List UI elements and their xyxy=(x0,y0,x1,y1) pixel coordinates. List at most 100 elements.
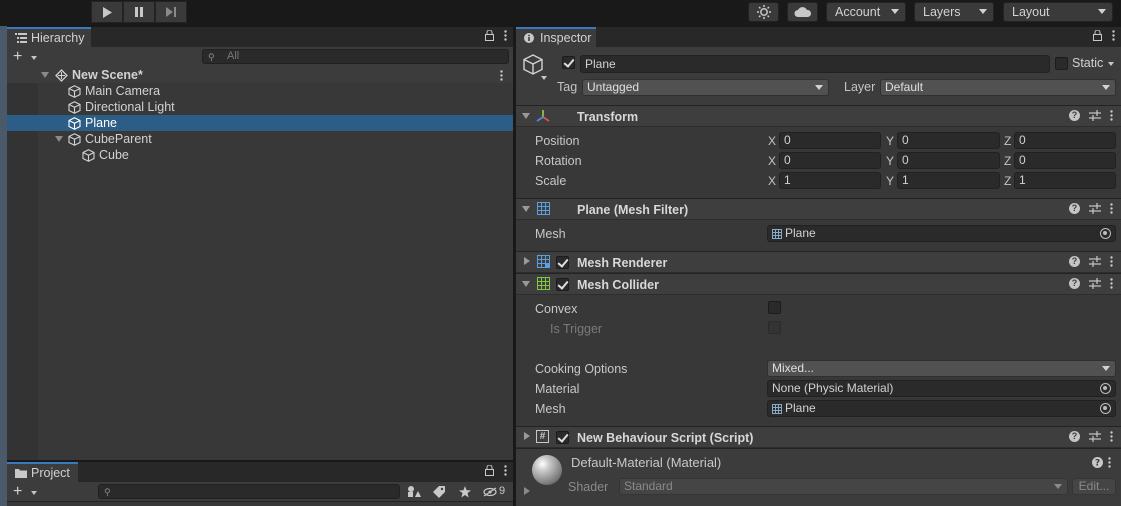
fold-arrow-icon[interactable] xyxy=(522,281,530,287)
object-picker-icon[interactable] xyxy=(1100,403,1111,414)
pause-button[interactable] xyxy=(123,1,155,23)
kebab-menu-icon[interactable] xyxy=(1110,110,1113,121)
layout-dropdown[interactable]: Layout xyxy=(1003,2,1113,22)
object-picker-icon[interactable] xyxy=(1100,228,1111,239)
tab-project[interactable]: Project xyxy=(7,462,78,482)
mesh-filter-header[interactable]: Plane (Mesh Filter) ? xyxy=(516,198,1121,220)
mesh-collider-header[interactable]: Mesh Collider ? xyxy=(516,273,1121,295)
object-picker-icon[interactable] xyxy=(1100,383,1111,394)
hierarchy-item-plane[interactable]: Plane xyxy=(7,115,513,131)
filter-type-icon[interactable] xyxy=(407,486,421,498)
rotation-x-field[interactable]: 0 xyxy=(779,152,881,169)
kebab-menu-icon[interactable] xyxy=(1110,203,1113,214)
star-icon[interactable] xyxy=(459,486,471,498)
tab-inspector[interactable]: Inspector xyxy=(516,27,596,47)
fold-arrow-icon[interactable] xyxy=(522,206,530,212)
create-button[interactable]: + xyxy=(13,484,22,500)
scene-row[interactable]: New Scene* xyxy=(7,67,513,83)
axis-x-label[interactable]: X xyxy=(768,134,776,148)
axis-z-label[interactable]: Z xyxy=(1004,154,1011,168)
cloud-button[interactable] xyxy=(787,2,818,22)
presets-sliders-icon[interactable] xyxy=(1089,256,1101,267)
scale-z-field[interactable]: 1 xyxy=(1014,172,1116,189)
help-icon[interactable]: ? xyxy=(1069,203,1080,214)
axis-y-label[interactable]: Y xyxy=(886,174,894,188)
step-button[interactable] xyxy=(155,1,187,23)
object-name-field[interactable]: Plane xyxy=(580,55,1050,73)
position-x-field[interactable]: 0 xyxy=(779,132,881,149)
lock-icon[interactable] xyxy=(485,30,494,41)
label-tag-icon[interactable] xyxy=(433,486,445,498)
presets-sliders-icon[interactable] xyxy=(1089,110,1101,121)
create-button[interactable]: + xyxy=(13,49,22,65)
kebab-menu-icon[interactable] xyxy=(1108,457,1111,468)
shader-dropdown[interactable]: Standard xyxy=(619,478,1068,495)
kebab-menu-icon[interactable] xyxy=(500,70,503,81)
tag-dropdown[interactable]: Untagged xyxy=(582,79,829,96)
kebab-menu-icon[interactable] xyxy=(504,30,507,41)
help-icon[interactable]: ? xyxy=(1069,278,1080,289)
physic-material-field[interactable]: None (Physic Material) xyxy=(767,380,1116,397)
scale-x-field[interactable]: 1 xyxy=(779,172,881,189)
mesh-collider-enabled-checkbox[interactable] xyxy=(556,278,569,291)
hierarchy-item-directional-light[interactable]: Directional Light xyxy=(7,99,513,115)
presets-sliders-icon[interactable] xyxy=(1089,431,1101,442)
kebab-menu-icon[interactable] xyxy=(1112,30,1115,41)
axis-x-label[interactable]: X xyxy=(768,154,776,168)
kebab-menu-icon[interactable] xyxy=(1110,278,1113,289)
presets-sliders-icon[interactable] xyxy=(1089,278,1101,289)
help-icon[interactable]: ? xyxy=(1092,457,1103,468)
fold-arrow-icon[interactable] xyxy=(55,136,63,142)
position-y-field[interactable]: 0 xyxy=(897,132,1000,149)
script-header[interactable]: # New Behaviour Script (Script) ? xyxy=(516,426,1121,448)
fold-arrow-icon[interactable] xyxy=(41,72,49,78)
help-icon[interactable]: ? xyxy=(1069,110,1080,121)
axis-z-label[interactable]: Z xyxy=(1004,174,1011,188)
rotation-y-field[interactable]: 0 xyxy=(897,152,1000,169)
fold-arrow-icon[interactable] xyxy=(522,113,530,119)
mesh-renderer-enabled-checkbox[interactable] xyxy=(556,256,569,269)
fold-arrow-icon[interactable] xyxy=(524,257,530,265)
play-button[interactable] xyxy=(91,1,123,23)
axis-x-label[interactable]: X xyxy=(768,174,776,188)
tab-hierarchy[interactable]: Hierarchy xyxy=(7,27,91,47)
kebab-menu-icon[interactable] xyxy=(1110,256,1113,267)
script-enabled-checkbox[interactable] xyxy=(556,431,569,444)
hierarchy-item-main-camera[interactable]: Main Camera xyxy=(7,83,513,99)
convex-checkbox[interactable] xyxy=(768,301,781,314)
layers-dropdown[interactable]: Layers xyxy=(914,2,994,22)
lighting-button[interactable] xyxy=(748,2,779,22)
lock-icon[interactable] xyxy=(485,465,494,476)
lock-icon[interactable] xyxy=(1093,30,1102,41)
axis-y-label[interactable]: Y xyxy=(886,134,894,148)
kebab-menu-icon[interactable] xyxy=(504,465,507,476)
hierarchy-item-cubeparent[interactable]: CubeParent xyxy=(7,131,513,147)
rotation-z-field[interactable]: 0 xyxy=(1014,152,1116,169)
chevron-down-icon[interactable] xyxy=(541,76,547,80)
static-checkbox[interactable] xyxy=(1055,57,1068,70)
project-search-input[interactable]: ⚲ xyxy=(98,484,400,499)
hierarchy-item-cube[interactable]: Cube xyxy=(7,147,513,163)
collider-mesh-field[interactable]: Plane xyxy=(767,400,1116,417)
account-dropdown[interactable]: Account xyxy=(826,2,906,22)
cooking-options-dropdown[interactable]: Mixed... xyxy=(767,360,1116,377)
kebab-menu-icon[interactable] xyxy=(1110,431,1113,442)
position-z-field[interactable]: 0 xyxy=(1014,132,1116,149)
help-icon[interactable]: ? xyxy=(1069,431,1080,442)
hidden-eye-icon[interactable] xyxy=(483,487,497,497)
fold-arrow-icon[interactable] xyxy=(524,432,530,440)
chevron-down-icon[interactable] xyxy=(1108,62,1114,66)
layer-dropdown[interactable]: Default xyxy=(880,79,1116,96)
active-checkbox[interactable] xyxy=(562,56,575,69)
mesh-object-field[interactable]: Plane xyxy=(767,225,1116,242)
fold-arrow-icon[interactable] xyxy=(524,487,530,495)
mesh-renderer-header[interactable]: Mesh Renderer ? xyxy=(516,251,1121,273)
axis-z-label[interactable]: Z xyxy=(1004,134,1011,148)
scale-y-field[interactable]: 1 xyxy=(897,172,1000,189)
transform-header[interactable]: Transform ? xyxy=(516,105,1121,127)
axis-y-label[interactable]: Y xyxy=(886,154,894,168)
shader-edit-button[interactable]: Edit... xyxy=(1072,478,1116,495)
help-icon[interactable]: ? xyxy=(1069,256,1080,267)
hierarchy-search-input[interactable]: ⚲ All xyxy=(202,49,509,64)
presets-sliders-icon[interactable] xyxy=(1089,203,1101,214)
